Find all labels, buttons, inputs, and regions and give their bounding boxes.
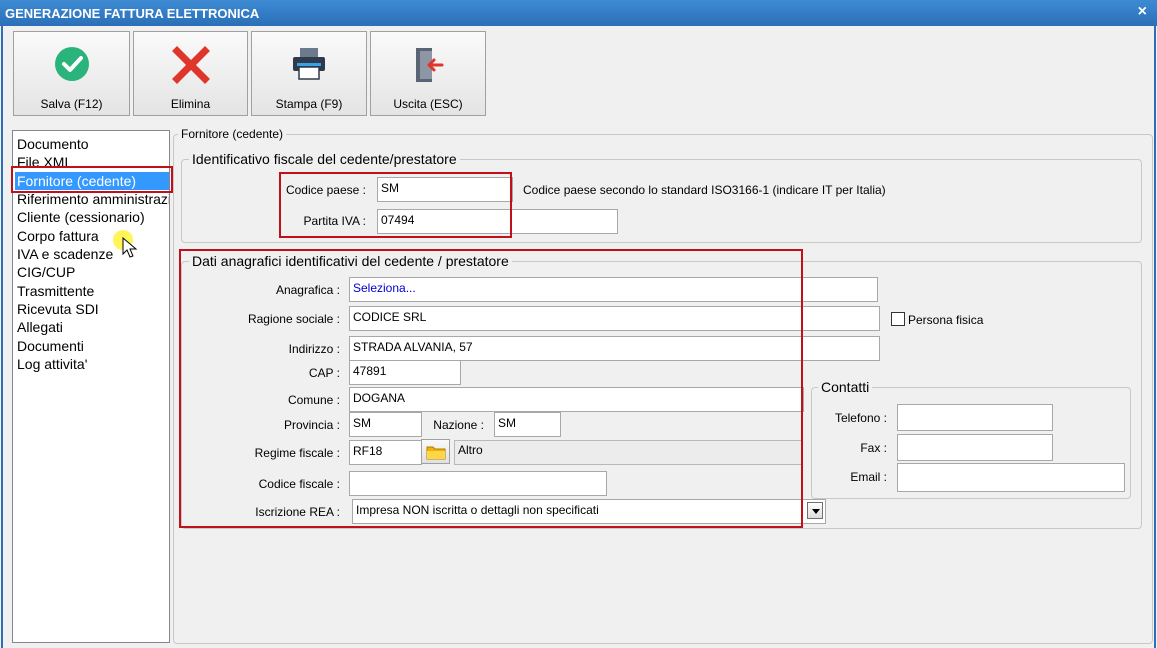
nav-item-allegati[interactable]: Allegati bbox=[17, 318, 169, 336]
fax-input[interactable] bbox=[897, 434, 1053, 461]
email-input[interactable] bbox=[897, 463, 1125, 492]
door-exit-icon bbox=[416, 48, 444, 82]
telefono-input[interactable] bbox=[897, 404, 1053, 431]
nav-item-iva-scadenze[interactable]: IVA e scadenze bbox=[17, 245, 169, 263]
red-x-icon bbox=[171, 46, 210, 84]
nav-item-cig-cup[interactable]: CIG/CUP bbox=[17, 263, 169, 281]
nav-item-corpo-fattura[interactable]: Corpo fattura bbox=[17, 227, 169, 245]
exit-button[interactable]: Uscita (ESC) bbox=[370, 31, 486, 116]
email-label: Email : bbox=[850, 470, 887, 484]
country-code-hint: Codice paese secondo lo standard ISO3166… bbox=[523, 183, 886, 197]
nav-highlight-box bbox=[11, 166, 173, 193]
fiscal-id-title: Identificativo fiscale del cedente/prest… bbox=[189, 151, 460, 167]
delete-label: Elimina bbox=[170, 97, 211, 111]
nav-item-trasmittente[interactable]: Trasmittente bbox=[17, 282, 169, 300]
save-button[interactable]: Salva (F12) bbox=[13, 31, 130, 116]
chevron-down-icon[interactable] bbox=[807, 502, 823, 519]
exit-label: Uscita (ESC) bbox=[393, 97, 463, 111]
persona-fisica-label: Persona fisica bbox=[908, 313, 984, 327]
telefono-label: Telefono : bbox=[834, 411, 887, 425]
panel-title: Fornitore (cedente) bbox=[178, 127, 287, 141]
nav-item-cliente[interactable]: Cliente (cessionario) bbox=[17, 208, 169, 226]
nav-item-documento[interactable]: Documento bbox=[17, 135, 169, 153]
printer-icon bbox=[293, 48, 325, 80]
title-bar: GENERAZIONE FATTURA ELETTRONICA × bbox=[0, 0, 1157, 26]
nav-item-documenti[interactable]: Documenti bbox=[17, 337, 169, 355]
print-button[interactable]: Stampa (F9) bbox=[251, 31, 367, 116]
fiscal-highlight-box bbox=[279, 172, 512, 238]
fax-label: Fax : bbox=[860, 441, 887, 455]
contacts-title: Contatti bbox=[818, 379, 873, 395]
nav-item-log-attivita[interactable]: Log attivita' bbox=[17, 355, 169, 373]
window-title: GENERAZIONE FATTURA ELETTRONICA bbox=[5, 6, 260, 21]
section-list[interactable]: Documento File XML Fornitore (cedente) R… bbox=[12, 130, 170, 643]
delete-button[interactable]: Elimina bbox=[133, 31, 248, 116]
print-label: Stampa (F9) bbox=[275, 97, 343, 111]
close-icon[interactable]: × bbox=[1138, 3, 1147, 21]
registry-highlight-box bbox=[179, 249, 803, 528]
check-circle-icon bbox=[54, 47, 89, 81]
mouse-pointer-icon bbox=[122, 237, 138, 258]
persona-fisica-checkbox[interactable] bbox=[891, 312, 905, 326]
nav-item-ricevuta-sdi[interactable]: Ricevuta SDI bbox=[17, 300, 169, 318]
save-label: Salva (F12) bbox=[40, 97, 103, 111]
